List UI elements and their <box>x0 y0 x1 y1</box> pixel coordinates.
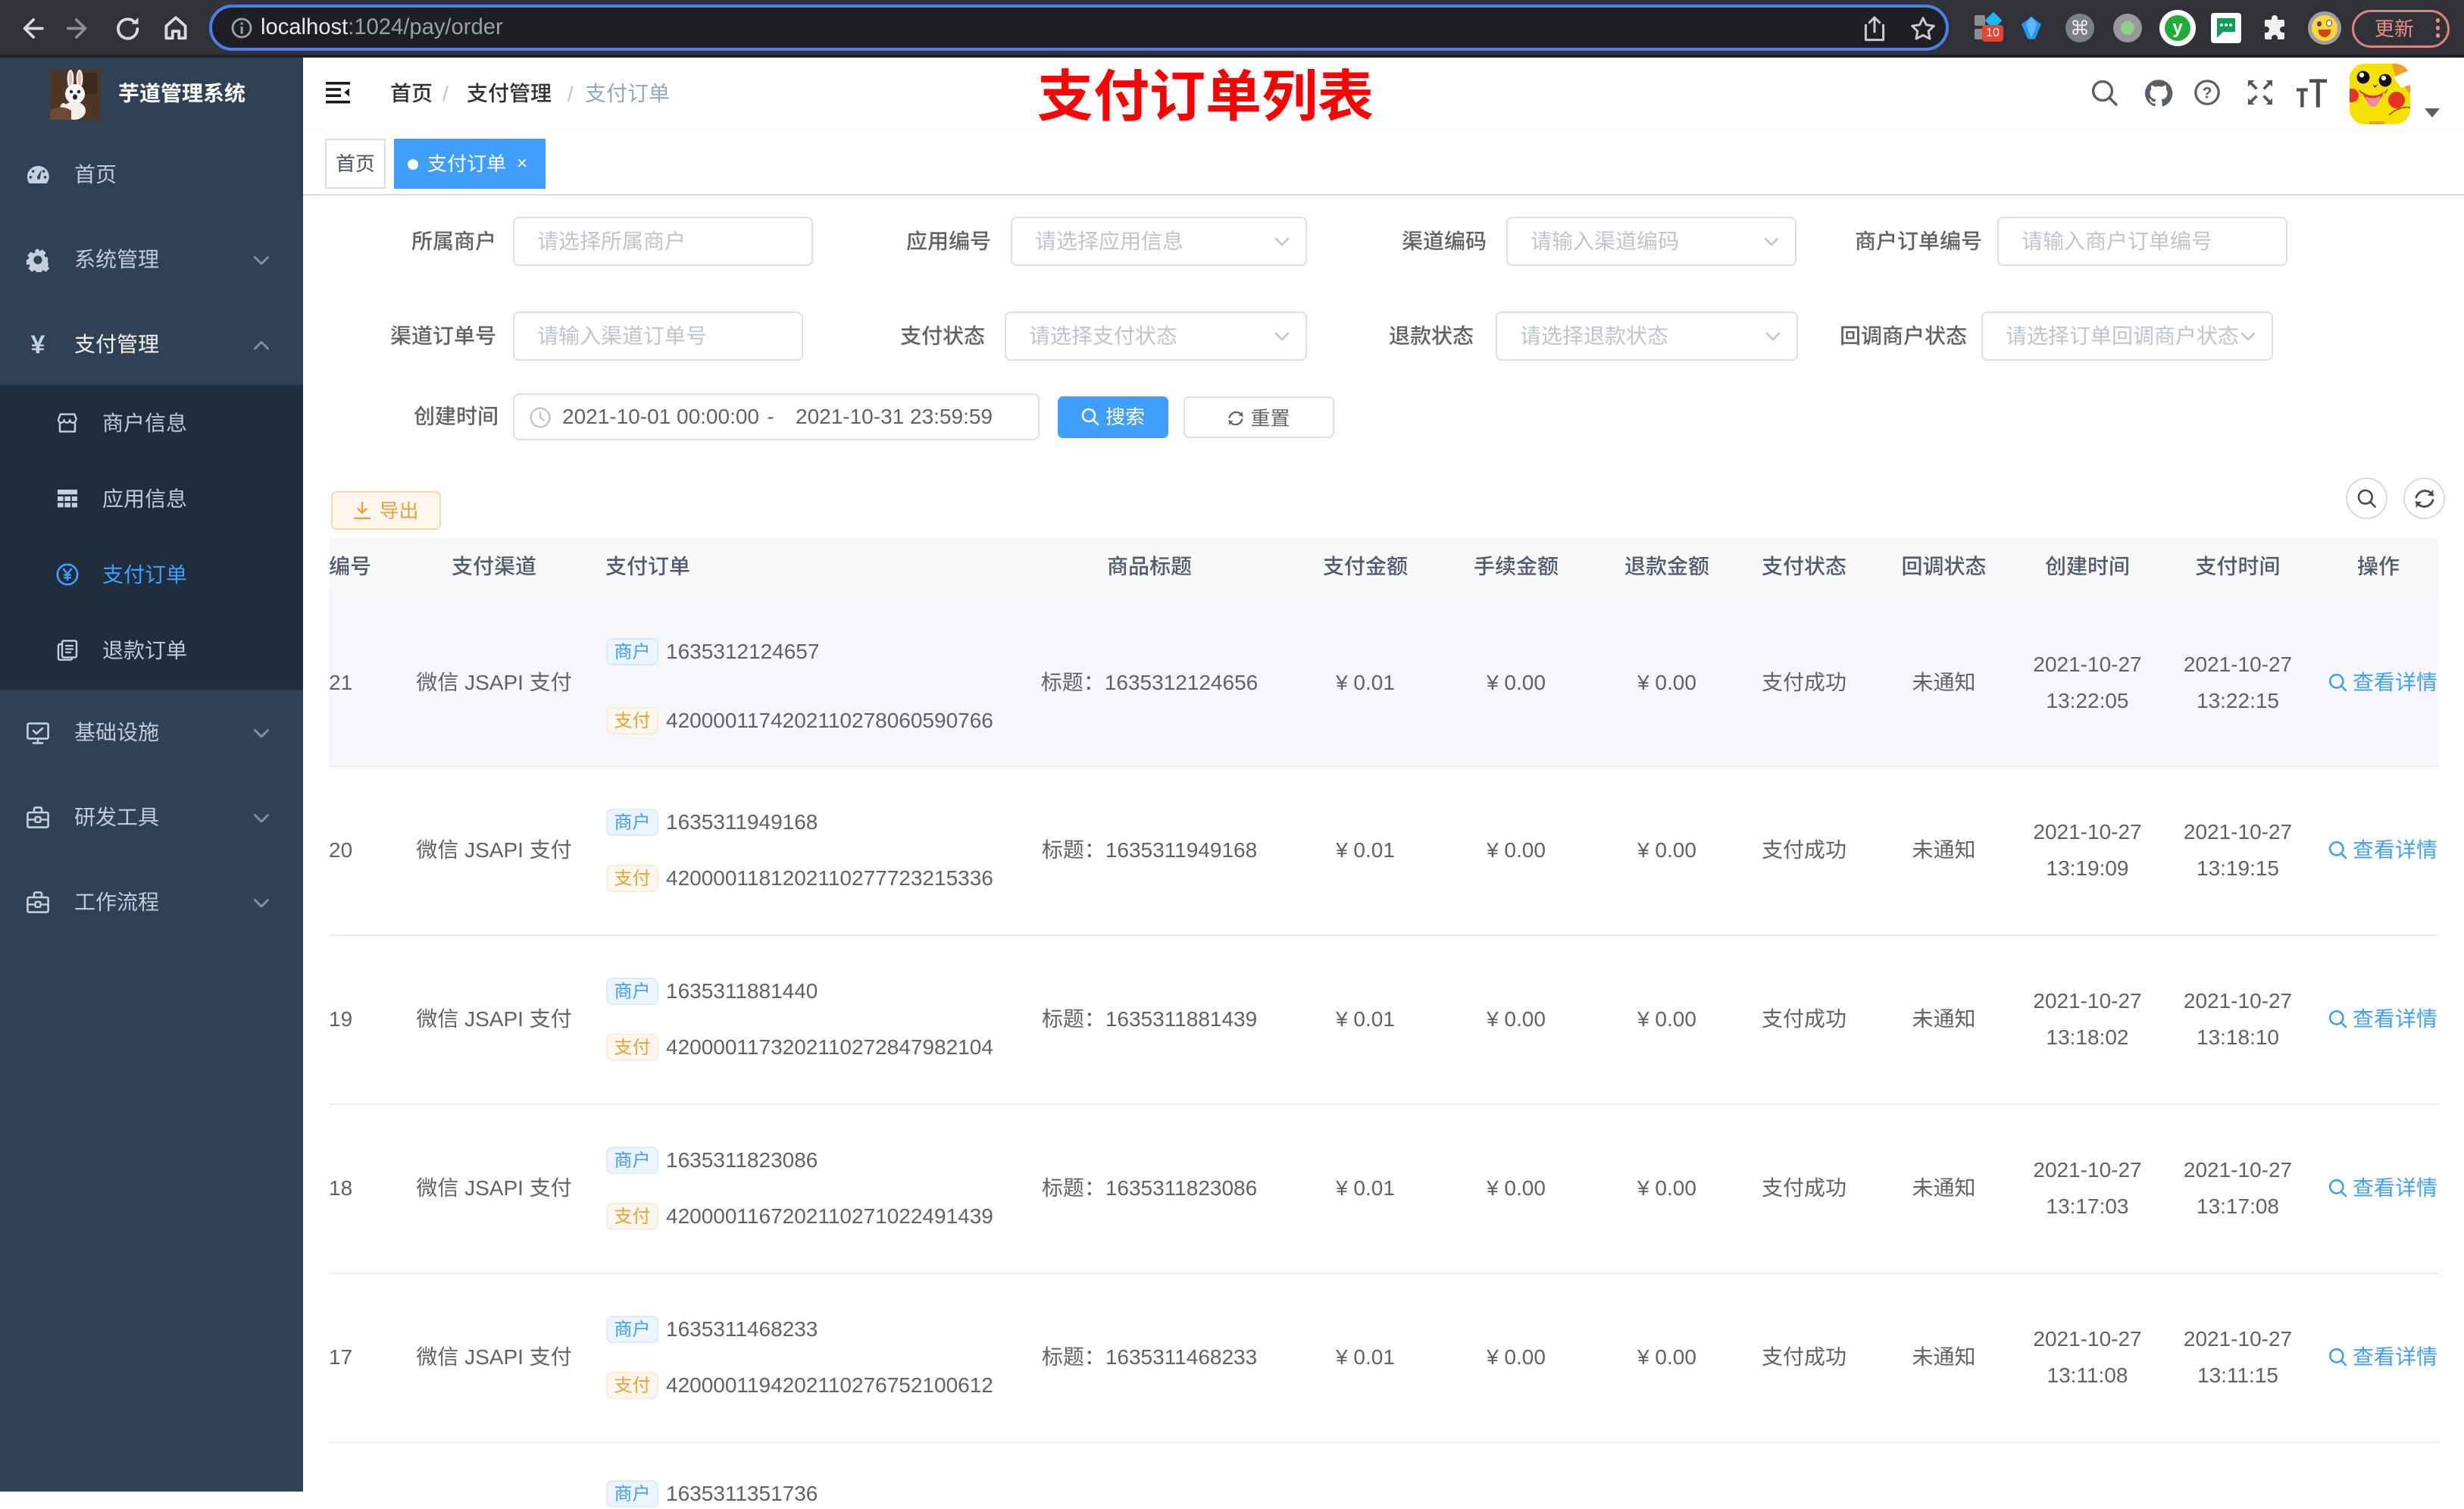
svg-text:?: ? <box>2203 84 2212 102</box>
